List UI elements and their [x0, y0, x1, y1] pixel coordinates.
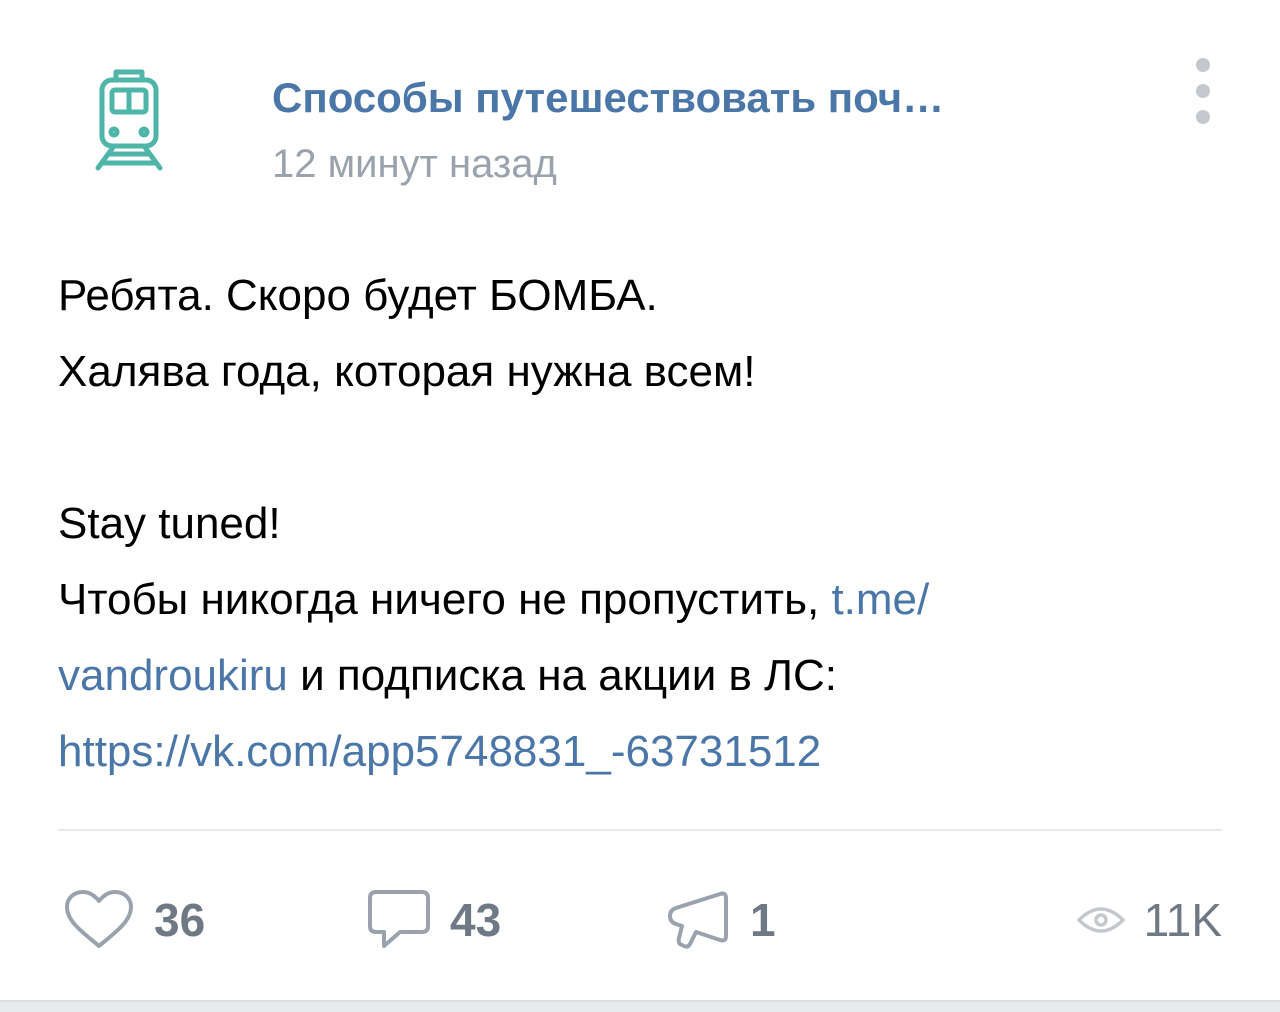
share-button[interactable]: 1	[666, 880, 776, 960]
likes-count: 36	[154, 894, 206, 946]
post-text-line: https://vk.com/app5748831_-63731512	[58, 714, 1238, 790]
footer-divider	[58, 829, 1222, 831]
telegram-link[interactable]: t.me/	[831, 575, 929, 624]
eye-icon	[1076, 907, 1125, 933]
post-timestamp[interactable]: 12 минут назад	[272, 138, 557, 190]
post-text-line: vandroukiru и подписка на акции в ЛС:	[58, 638, 1238, 714]
post-text-blank-line	[58, 410, 1238, 486]
post-text-segment: и подписка на акции в ЛС:	[287, 651, 838, 700]
group-name-link[interactable]: Способы путешествовать поч…	[272, 70, 1092, 126]
comment-icon	[368, 890, 430, 948]
vk-app-link[interactable]: https://vk.com/app5748831_-63731512	[58, 727, 821, 776]
share-icon	[668, 891, 728, 949]
like-button[interactable]: 36	[62, 880, 205, 960]
train-icon	[95, 69, 163, 171]
feed-separator	[0, 1000, 1280, 1012]
more-dot	[1196, 84, 1210, 98]
post-text-segment: Чтобы никогда ничего не пропустить,	[58, 575, 832, 624]
post-text-line: Stay tuned!	[58, 499, 281, 548]
heart-icon	[65, 890, 133, 948]
shares-count: 1	[750, 894, 776, 946]
views-count: 11K	[1143, 894, 1222, 946]
post-text-line: Ребята. Скоро будет БОМБА.	[58, 271, 658, 320]
group-avatar[interactable]	[80, 58, 178, 178]
post-text: Ребята. Скоро будет БОМБА. Халява года, …	[58, 258, 1238, 790]
more-options-button[interactable]	[1186, 58, 1220, 124]
more-vertical-icon	[1196, 58, 1210, 72]
views-counter: 11K	[1076, 880, 1222, 960]
post-card: Способы путешествовать поч… 12 минут наз…	[0, 0, 1280, 1000]
comments-count: 43	[450, 894, 502, 946]
post-text-line: Халява года, которая нужна всем!	[58, 347, 756, 396]
more-dot	[1196, 110, 1210, 124]
telegram-link-continued[interactable]: vandroukiru	[58, 651, 288, 700]
comment-button[interactable]: 43	[366, 880, 501, 960]
post-text-line: Чтобы никогда ничего не пропустить, t.me…	[58, 562, 1238, 638]
